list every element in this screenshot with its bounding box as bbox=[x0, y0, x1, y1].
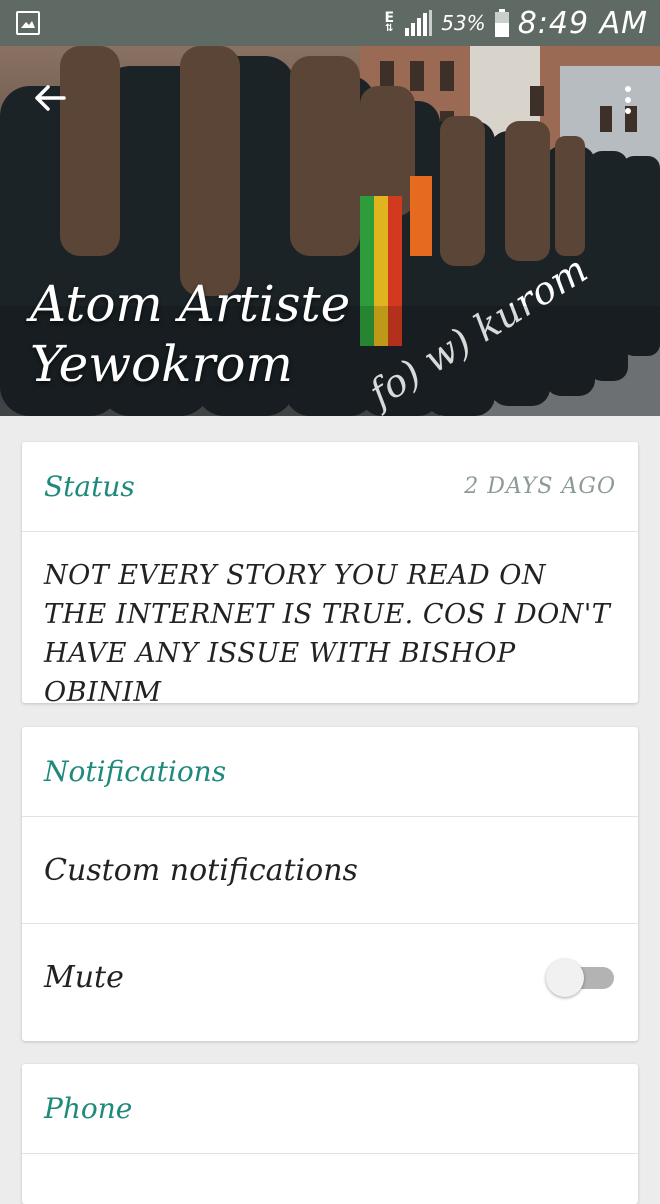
status-time-ago: 2 DAYS AGO bbox=[464, 474, 616, 499]
back-button[interactable] bbox=[28, 76, 72, 120]
image-icon bbox=[16, 11, 40, 35]
contact-name-line1: Atom Artiste bbox=[30, 275, 351, 333]
status-bar: E ⇅ 53% 8:49 AM bbox=[0, 0, 660, 46]
custom-notifications-row[interactable]: Custom notifications bbox=[22, 817, 638, 924]
notifications-card-header: Notifications bbox=[22, 727, 638, 817]
notifications-title: Notifications bbox=[44, 755, 227, 788]
status-bar-indicators: E ⇅ 53% 8:49 AM bbox=[383, 5, 648, 41]
clock: 8:49 AM bbox=[517, 5, 648, 41]
custom-notifications-label: Custom notifications bbox=[44, 852, 358, 888]
contact-name-line2: Yewokrom bbox=[30, 335, 293, 393]
status-title: Status bbox=[44, 470, 135, 503]
notifications-card: Notifications Custom notifications Mute bbox=[22, 727, 638, 1041]
mute-row[interactable]: Mute bbox=[22, 924, 638, 1031]
more-vertical-icon-dot bbox=[625, 108, 631, 114]
contact-header: fo) w) kurom Atom Artiste Yewokrom bbox=[0, 46, 660, 416]
mute-label: Mute bbox=[44, 960, 124, 995]
signal-icon bbox=[405, 10, 433, 36]
phone-title: Phone bbox=[44, 1092, 133, 1125]
mute-toggle-thumb bbox=[546, 958, 584, 997]
battery-percent: 53% bbox=[441, 11, 486, 35]
contact-name: Atom Artiste Yewokrom bbox=[30, 274, 430, 394]
battery-icon bbox=[494, 9, 509, 37]
status-card: Status 2 DAYS AGO NOT EVERY STORY YOU RE… bbox=[22, 442, 638, 708]
network-icon: E ⇅ bbox=[384, 10, 395, 34]
mute-toggle[interactable] bbox=[546, 958, 616, 998]
status-card-header: Status 2 DAYS AGO bbox=[22, 442, 638, 532]
more-vertical-icon-dot bbox=[625, 86, 631, 92]
more-vertical-icon-dot bbox=[625, 97, 631, 103]
phone-card: Phone bbox=[22, 1064, 638, 1204]
more-options-button[interactable] bbox=[618, 78, 638, 122]
arrow-left-icon bbox=[35, 85, 66, 111]
phone-card-header: Phone bbox=[22, 1064, 638, 1154]
status-text[interactable]: NOT EVERY STORY YOU READ ON THE INTERNET… bbox=[22, 532, 638, 712]
